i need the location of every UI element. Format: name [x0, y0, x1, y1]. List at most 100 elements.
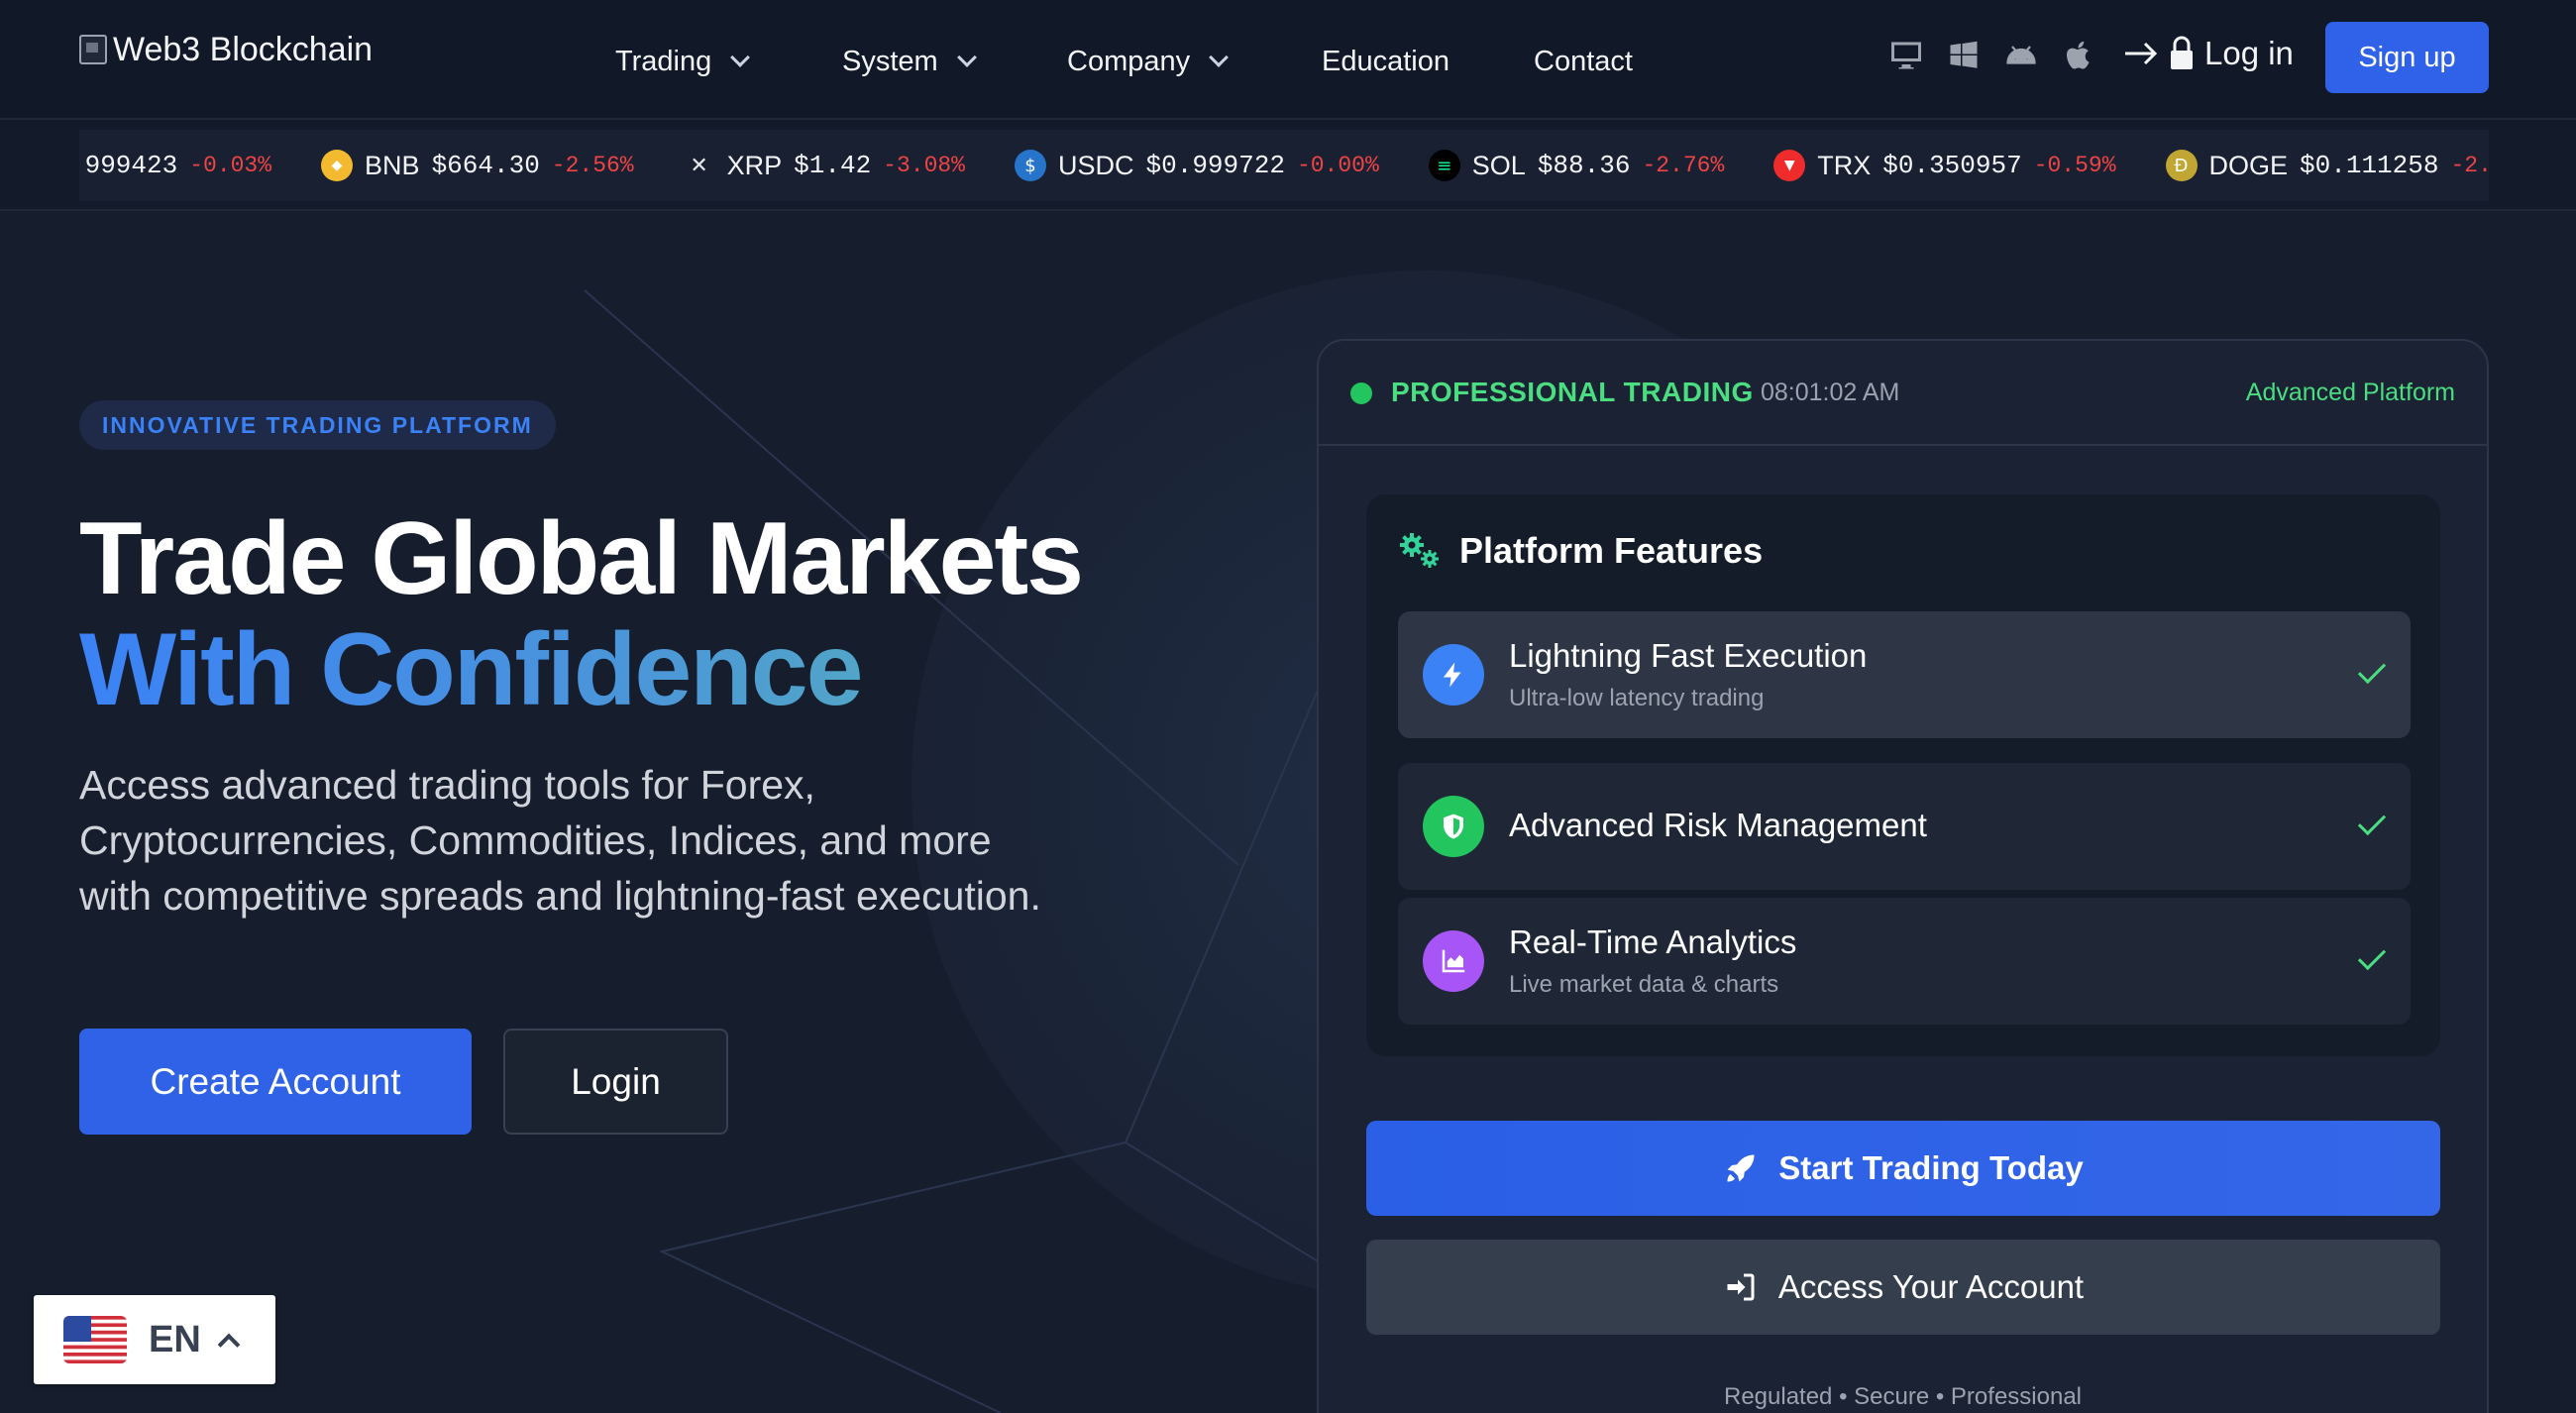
- ticker-change: -2.76%: [1642, 153, 1725, 178]
- features-title: Platform Features: [1396, 530, 1763, 572]
- feature-title: Advanced Risk Management: [1509, 807, 1927, 843]
- start-trading-label: Start Trading Today: [1778, 1149, 2084, 1186]
- language-code: EN: [149, 1318, 201, 1360]
- platform-icons: [1888, 38, 2096, 73]
- bolt-icon: [1423, 644, 1484, 706]
- ticker-symbol: TRX: [1817, 150, 1872, 180]
- ticker-price: $1.42: [794, 151, 872, 180]
- ticker-track: .999423 -0.03% ◆ BNB $664.30 -2.56% ✕ XRP $1.42-…: [79, 130, 2489, 201]
- header-login-label: Log in: [2204, 35, 2294, 71]
- create-account-button[interactable]: Create Account: [79, 1029, 472, 1135]
- ticker-price: .999423: [79, 151, 178, 180]
- signup-button[interactable]: Sign up: [2325, 22, 2489, 93]
- hero-title-line1: Trade Global Markets: [79, 501, 1084, 616]
- check-icon: [2357, 941, 2387, 971]
- sign-in-icon: [1727, 1273, 1755, 1301]
- chevron-up-icon: [217, 1333, 241, 1357]
- check-icon: [2357, 807, 2387, 836]
- nav-system[interactable]: System: [842, 38, 977, 85]
- chevron-down-icon: [730, 48, 751, 67]
- rocket-icon: [1727, 1154, 1755, 1182]
- ticker-price: $0.111258: [2300, 151, 2439, 180]
- cogs-icon: [1400, 533, 1439, 568]
- xrp-icon: ✕: [683, 150, 715, 181]
- live-clock: 08:01:02 AM: [1761, 379, 1900, 406]
- top-navbar: Web3 Blockchain Trading System Company E…: [0, 0, 2576, 120]
- feature-title: Real-Time Analytics: [1509, 924, 1797, 960]
- card-footer-note: Regulated • Secure • Professional: [1723, 1383, 2082, 1410]
- hero-description: Access advanced trading tools for Forex,…: [79, 762, 1041, 919]
- logo[interactable]: Web3 Blockchain: [79, 28, 373, 71]
- ticker-price: $664.30: [431, 151, 540, 180]
- ticker-item: ◆ BNB $664.30 -2.56%: [321, 150, 634, 181]
- start-trading-button[interactable]: Start Trading Today: [1366, 1121, 2440, 1216]
- ticker-item: Ð DOGE $0.111258 -2.66%: [2165, 150, 2489, 181]
- feature-item-analytics[interactable]: Real-Time Analytics Live market data & c…: [1398, 898, 2411, 1025]
- ticker-symbol: SOL: [1471, 150, 1526, 180]
- ticker-item: $ USDC $0.999722 -0.00%: [1015, 150, 1379, 181]
- doge-icon: Ð: [2165, 150, 2198, 181]
- ticker-item: ≡ SOL $88.36 -2.76%: [1428, 150, 1725, 181]
- nav-education-label: Education: [1322, 45, 1449, 77]
- price-ticker-bar: .999423 -0.03% ◆ BNB $664.30 -2.56% ✕ XRP $1.42-…: [0, 120, 2576, 211]
- language-selector[interactable]: EN: [34, 1295, 275, 1384]
- hero-title-line2: With Confidence: [79, 614, 1082, 725]
- ticker-price: $88.36: [1537, 151, 1631, 180]
- windows-icon[interactable]: [1946, 38, 1982, 73]
- access-account-button[interactable]: Access Your Account: [1366, 1240, 2440, 1335]
- chevron-down-icon: [956, 48, 977, 67]
- ticker-change: -3.08%: [883, 153, 965, 178]
- ticker-change: -0.03%: [189, 153, 272, 178]
- card-tagline: Advanced Platform: [2245, 379, 2455, 406]
- ticker-price: $0.350957: [1882, 151, 2022, 180]
- logo-alt-text: Web3 Blockchain: [113, 30, 374, 68]
- android-icon[interactable]: [2003, 38, 2039, 73]
- shield-icon: [1423, 796, 1484, 857]
- header-login-link[interactable]: Log in: [2123, 34, 2294, 73]
- ticker-symbol: USDC: [1058, 150, 1134, 180]
- ticker-item: ✕ XRP $1.42 -3.08%: [683, 150, 965, 181]
- check-icon: [2357, 655, 2387, 685]
- access-account-label: Access Your Account: [1777, 1268, 2085, 1305]
- feature-title: Lightning Fast Execution: [1509, 637, 1868, 674]
- chevron-down-icon: [1209, 48, 1230, 67]
- ticker-change: -0.00%: [1296, 153, 1379, 178]
- nav-contact-label: Contact: [1534, 45, 1633, 77]
- ticker-change: -0.59%: [2033, 153, 2116, 178]
- usdc-icon: $: [1015, 150, 1046, 181]
- ticker-item: ▼ TRX $0.350957 -0.59%: [1773, 150, 2116, 181]
- feature-subtitle: Live market data & charts: [1509, 971, 1779, 998]
- hero-badge: INNOVATIVE TRADING PLATFORM: [79, 400, 556, 450]
- status-label: PROFESSIONAL TRADING: [1391, 377, 1754, 407]
- card-header: PROFESSIONAL TRADING 08:01:02 AM Advance…: [1319, 341, 2487, 446]
- trx-icon: ▼: [1773, 150, 1806, 181]
- bnb-icon: ◆: [321, 150, 354, 181]
- us-flag-icon: [63, 1316, 127, 1363]
- nav-trading-label: Trading: [615, 45, 712, 77]
- feature-item-risk[interactable]: Advanced Risk Management: [1398, 763, 2411, 890]
- nav-education[interactable]: Education: [1322, 38, 1449, 85]
- ticker-symbol: DOGE: [2208, 150, 2289, 180]
- features-panel: Platform Features Lightning Fast Executi…: [1366, 494, 2440, 1056]
- sol-icon: ≡: [1428, 150, 1460, 181]
- apple-icon[interactable]: [2061, 38, 2096, 73]
- price-ticker: .999423 -0.03% ◆ BNB $664.30 -2.56% ✕ XRP $1.42-…: [79, 130, 2489, 201]
- desktop-icon[interactable]: [1888, 38, 1924, 73]
- features-title-text: Platform Features: [1459, 530, 1764, 571]
- chart-area-icon: [1423, 930, 1484, 992]
- live-status-dot: [1350, 382, 1372, 404]
- ticker-symbol: BNB: [365, 150, 420, 180]
- ticker-price: $0.999722: [1145, 151, 1285, 180]
- nav-trading[interactable]: Trading: [615, 38, 751, 85]
- nav-system-label: System: [842, 45, 938, 77]
- hero-title: Trade Global Markets With Confidence: [79, 501, 1084, 725]
- ticker-item: .999423 -0.03%: [79, 151, 271, 180]
- hero-login-button[interactable]: Login: [503, 1029, 728, 1135]
- ticker-change: -2.66%: [2450, 153, 2489, 178]
- nav-contact[interactable]: Contact: [1534, 38, 1633, 85]
- feature-item-execution[interactable]: Lightning Fast Execution Ultra-low laten…: [1398, 611, 2411, 738]
- nav-company[interactable]: Company: [1067, 38, 1230, 85]
- ticker-symbol: XRP: [726, 150, 783, 180]
- nav-company-label: Company: [1067, 45, 1191, 77]
- broken-image-icon: [79, 35, 107, 64]
